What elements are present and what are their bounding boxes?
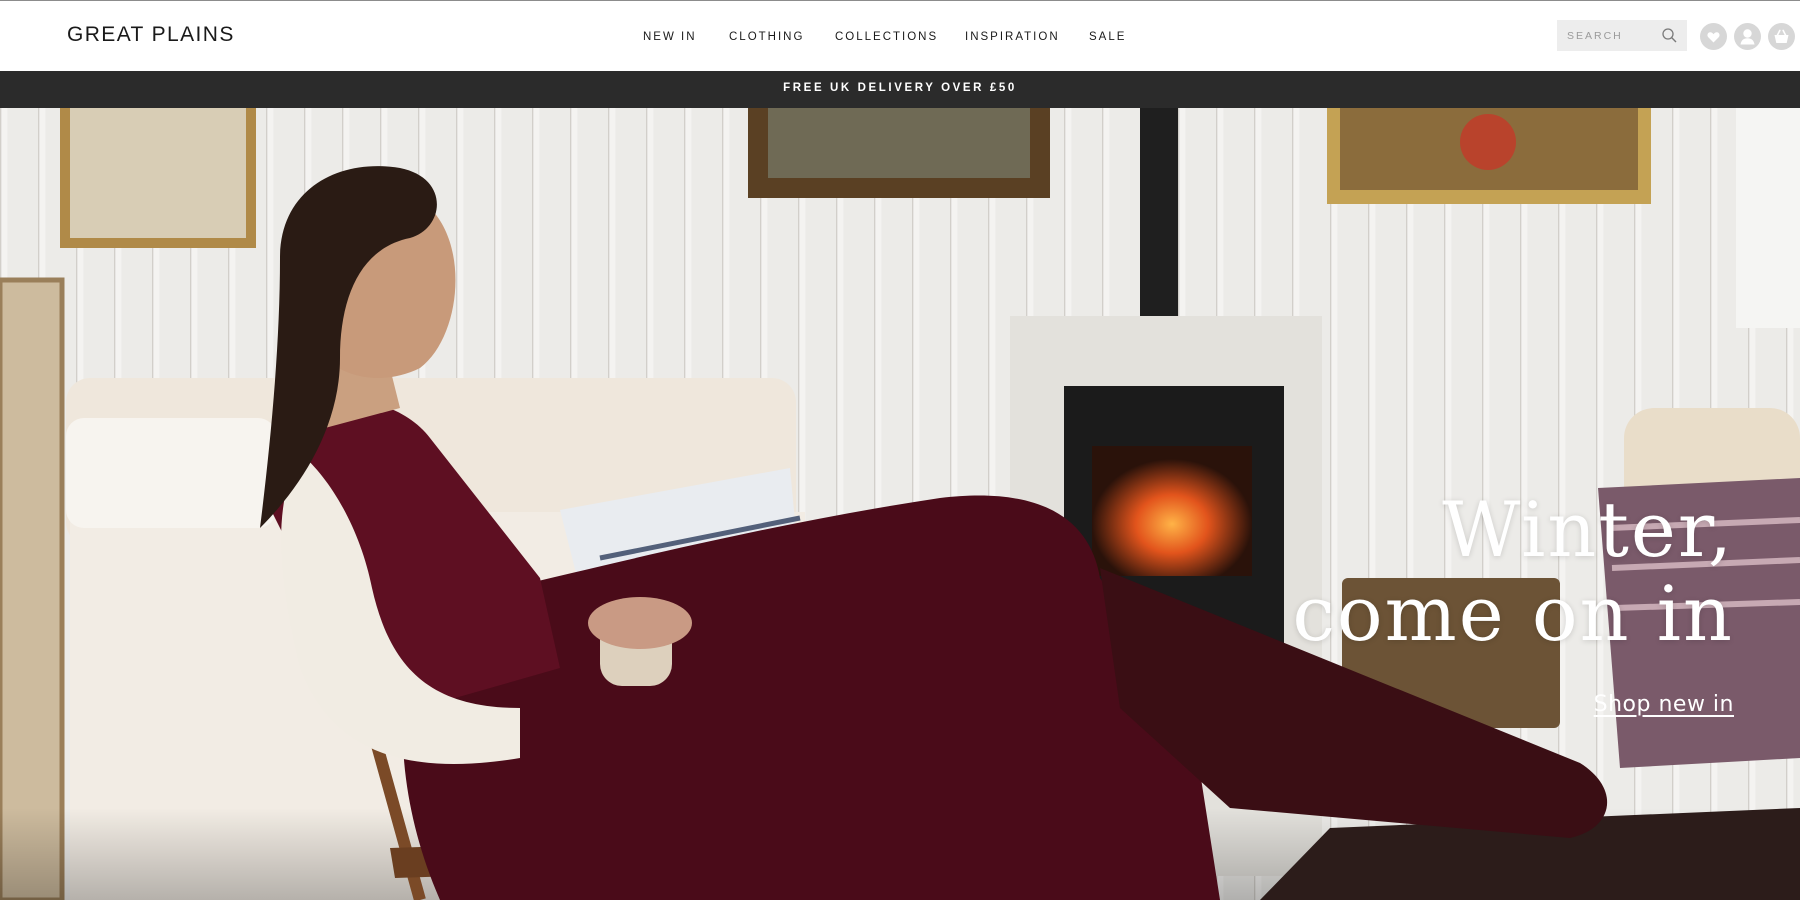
hero-headline-line-2: come on in: [1292, 569, 1734, 658]
nav-item-collections[interactable]: COLLECTIONS: [835, 31, 938, 43]
nav-item-clothing[interactable]: CLOTHING: [729, 31, 804, 43]
account-user-icon[interactable]: [1734, 23, 1761, 50]
nav-item-sale[interactable]: SALE: [1089, 31, 1126, 43]
promo-text: FREE UK DELIVERY OVER £50: [783, 82, 1017, 94]
shopping-basket-icon[interactable]: [1768, 23, 1795, 50]
site-header: GREAT PLAINS NEW IN CLOTHING COLLECTIONS…: [0, 1, 1800, 71]
main-nav: NEW IN CLOTHING COLLECTIONS INSPIRATION …: [0, 31, 1800, 45]
search-input[interactable]: [1557, 20, 1657, 51]
nav-item-inspiration[interactable]: INSPIRATION: [965, 31, 1060, 43]
hero-headline: Winter, come on in: [1292, 488, 1734, 656]
hero-headline-line-1: Winter,: [1442, 485, 1734, 574]
shop-new-in-link[interactable]: Shop new in: [1594, 692, 1734, 717]
promo-banner: FREE UK DELIVERY OVER £50: [0, 71, 1800, 108]
hero-banner[interactable]: Winter, come on in Shop new in: [0, 108, 1800, 900]
nav-item-new-in[interactable]: NEW IN: [643, 31, 697, 43]
search-icon[interactable]: [1661, 27, 1678, 44]
wishlist-heart-icon[interactable]: [1700, 23, 1727, 50]
search-box: [1557, 20, 1687, 51]
